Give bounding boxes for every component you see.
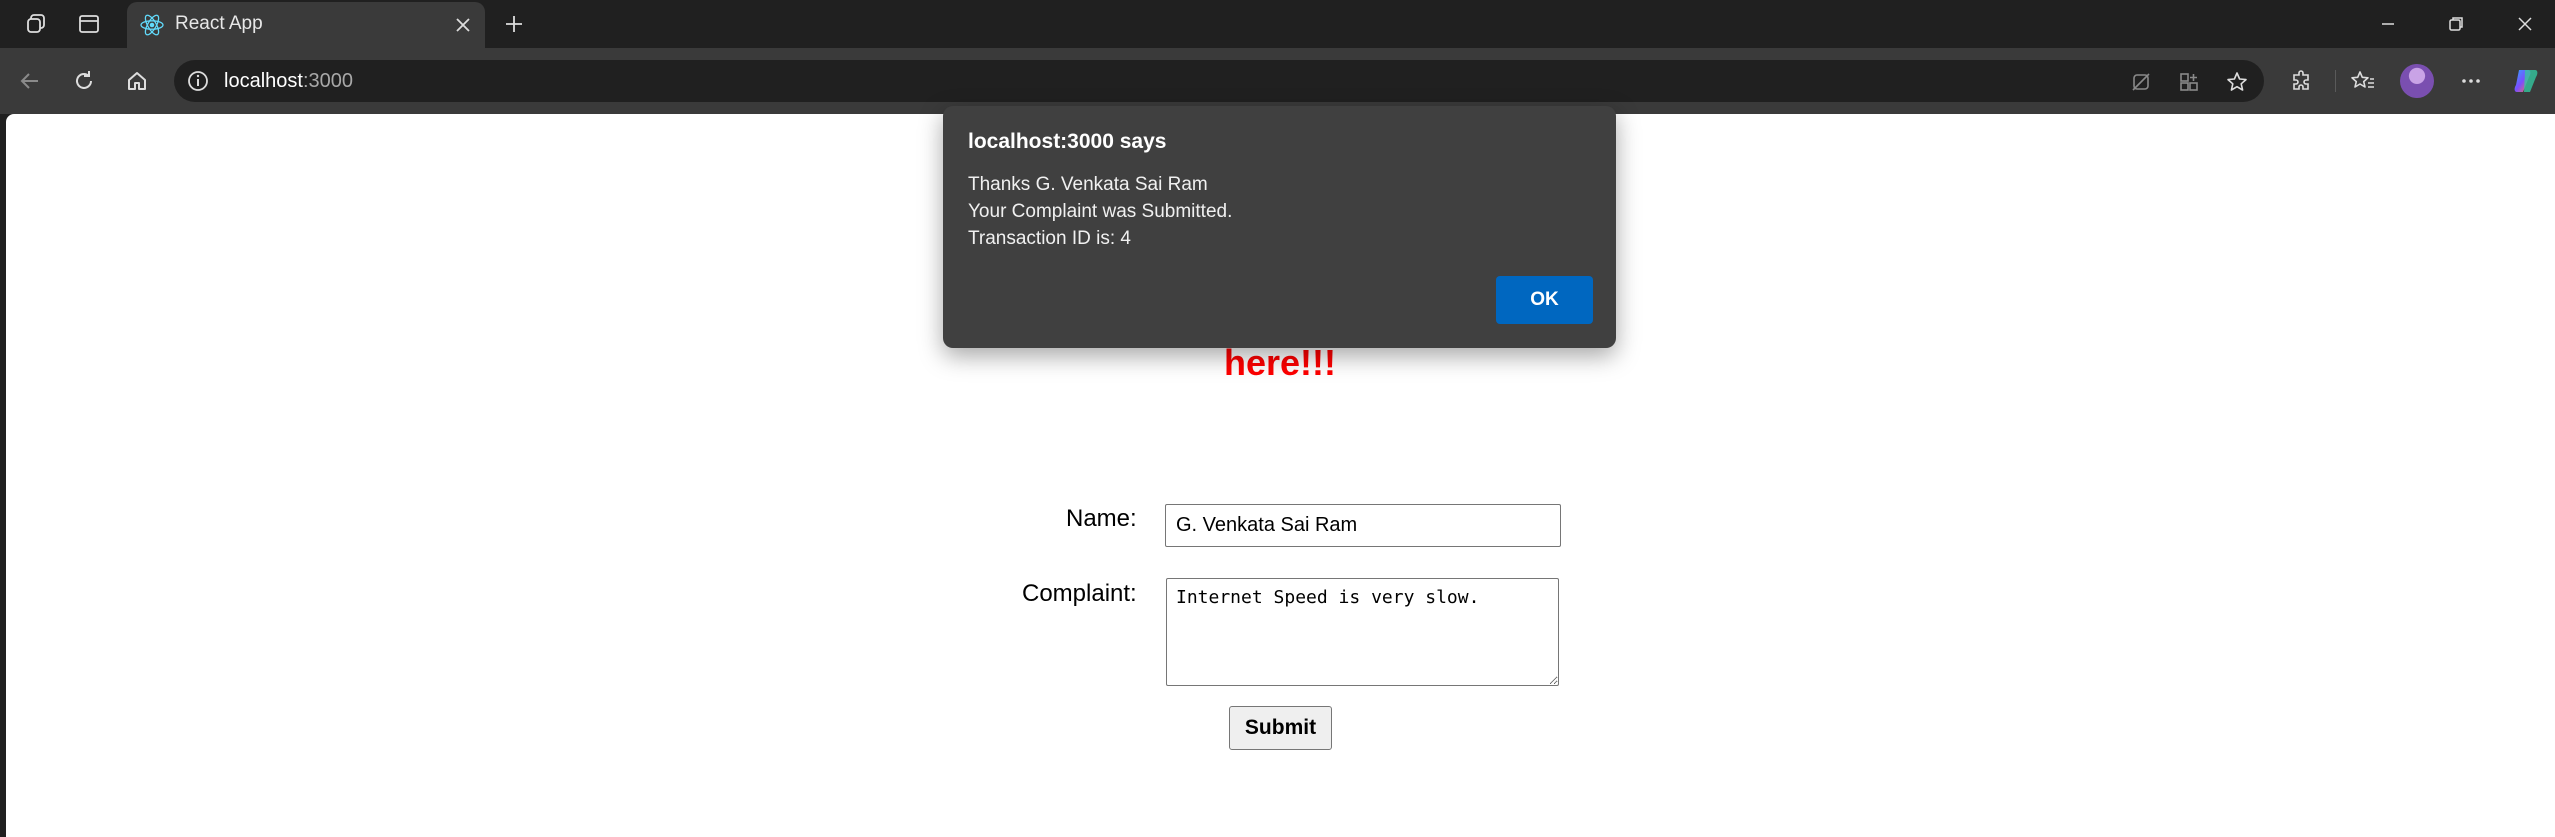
browser-titlebar: React App	[0, 0, 2555, 48]
close-tab-icon[interactable]	[449, 11, 477, 39]
name-label: Name:	[1066, 505, 1137, 532]
new-tab-icon[interactable]	[498, 8, 530, 40]
ok-button[interactable]: OK	[1496, 276, 1593, 324]
more-options-icon[interactable]	[2453, 63, 2489, 99]
url-text: localhost:3000	[224, 70, 353, 92]
minimize-icon[interactable]	[2353, 4, 2423, 44]
dialog-title: localhost:3000 says	[968, 130, 1167, 153]
favorite-star-icon[interactable]	[2224, 69, 2250, 95]
dialog-message-line: Your Complaint was Submitted.	[968, 201, 1233, 222]
back-icon[interactable]	[12, 63, 48, 99]
tab-actions-icon[interactable]	[73, 8, 105, 40]
copilot-icon[interactable]	[2508, 63, 2544, 99]
complaint-textarea[interactable]: Internet Speed is very slow.	[1166, 578, 1559, 686]
complaint-label: Complaint:	[1022, 580, 1137, 607]
name-input[interactable]	[1165, 504, 1561, 547]
alert-dialog: localhost:3000 says Thanks G. Venkata Sa…	[943, 106, 1616, 348]
favorites-icon[interactable]	[2345, 63, 2381, 99]
site-info-icon[interactable]	[186, 69, 210, 93]
dialog-message-line: Transaction ID is: 4	[968, 228, 1131, 249]
restore-icon[interactable]	[2421, 4, 2491, 44]
address-bar[interactable]: localhost:3000	[174, 60, 2264, 102]
submit-button[interactable]: Submit	[1229, 706, 1332, 750]
extensions-icon[interactable]	[2284, 63, 2320, 99]
copilot-vision-icon[interactable]	[2128, 69, 2154, 95]
react-icon	[139, 12, 165, 38]
profile-avatar[interactable]	[2400, 64, 2434, 98]
dialog-message-line: Thanks G. Venkata Sai Ram	[968, 174, 1208, 195]
workspaces-icon[interactable]	[20, 8, 52, 40]
tab-title: React App	[175, 13, 263, 34]
home-icon[interactable]	[119, 63, 155, 99]
tab-react-app[interactable]: React App	[127, 2, 485, 48]
toolbar-divider	[2335, 70, 2336, 92]
refresh-icon[interactable]	[66, 63, 102, 99]
close-window-icon[interactable]	[2490, 4, 2555, 44]
app-available-icon[interactable]	[2176, 69, 2202, 95]
browser-toolbar: localhost:3000	[0, 48, 2555, 114]
